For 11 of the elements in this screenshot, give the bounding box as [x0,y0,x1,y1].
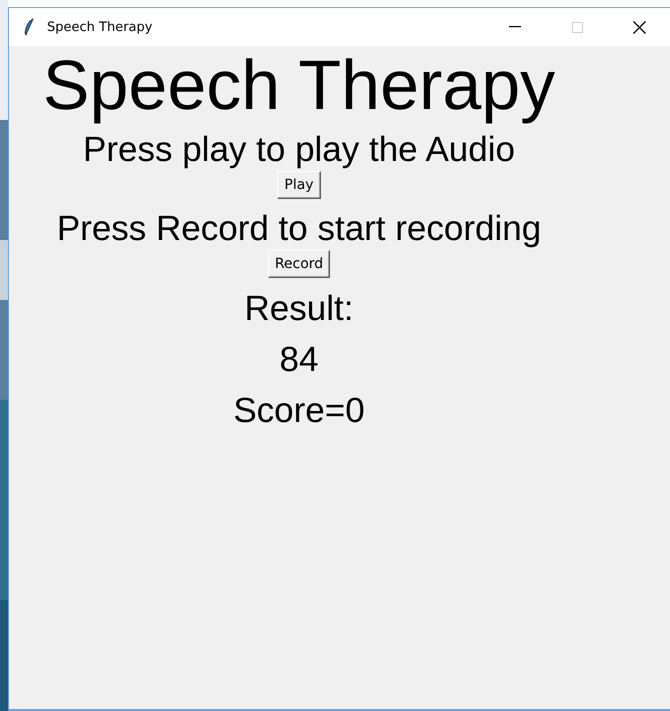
result-text: Result: [244,289,354,329]
window-title: Speech Therapy [47,20,152,34]
result-text: Score=0 [233,391,365,431]
action-button[interactable]: Record [268,250,330,278]
minimize-icon[interactable] [509,26,521,28]
feather-icon [23,18,35,36]
instruction-text: Press Record to start recording [56,210,542,247]
close-icon[interactable] [632,20,646,34]
result-text: 84 [280,340,318,380]
action-button[interactable]: Play [277,171,321,199]
instruction-text: Press play to play the Audio [83,131,515,168]
